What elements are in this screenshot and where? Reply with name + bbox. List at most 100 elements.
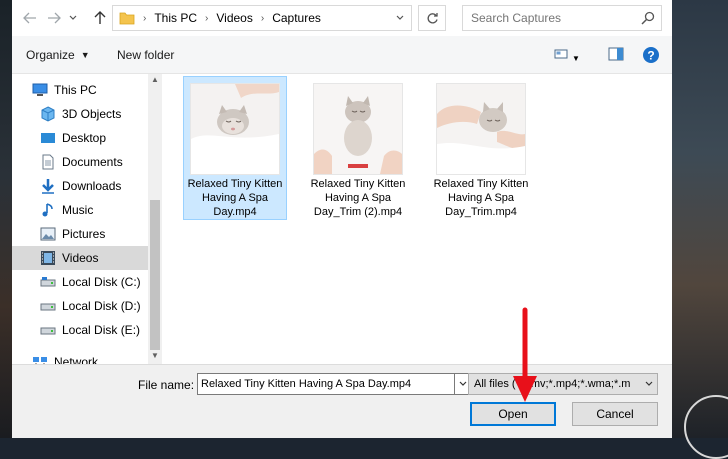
scroll-down-icon[interactable]: ▼ [148,350,162,362]
nav-label: Desktop [62,131,107,145]
nav-label: This PC [54,83,97,97]
command-toolbar: Organize ▼ New folder ▼ ? [12,36,672,74]
nav-item-local-disk-c[interactable]: Local Disk (C:) [12,270,162,294]
nav-label: Documents [62,155,123,169]
breadcrumb[interactable]: › This PC › Videos › Captures [112,5,412,31]
downloads-icon [40,178,56,194]
breadcrumb-separator-icon: › [205,12,209,24]
nav-scrollbar-thumb[interactable] [150,200,160,350]
nav-item-this-pc[interactable]: This PC [12,78,162,102]
breadcrumb-this-pc[interactable]: This PC [154,11,197,25]
view-icon [554,49,568,59]
search-input[interactable] [469,10,633,26]
file-item[interactable]: Relaxed Tiny Kitten Having A Spa Day.mp4 [183,76,287,220]
folder-icon [119,11,135,25]
file-name: Relaxed Tiny Kitten Having A Spa Day_Tri… [310,178,406,218]
documents-icon [40,154,56,170]
nav-item-videos[interactable]: Videos [12,246,162,270]
this-pc-icon [32,82,48,98]
arrow-up-icon [94,11,106,24]
nav-label: Music [62,203,94,217]
nav-item-documents[interactable]: Documents [12,150,162,174]
navigation-pane: This PC 3D Objects Desktop Documents Dow… [12,74,162,364]
chevron-down-icon [69,15,77,20]
breadcrumb-separator-icon: › [143,12,147,24]
videos-icon [40,250,56,266]
music-icon [40,202,56,218]
organize-button[interactable]: Organize ▼ [26,48,90,62]
dialog-footer: File name: All files (*.wmv;*.mp4;*.wma;… [12,364,672,438]
breadcrumb-captures[interactable]: Captures [272,11,321,25]
refresh-icon [427,12,438,23]
desktop-icon [40,130,56,146]
up-button[interactable] [90,8,110,28]
organize-label: Organize [26,48,75,62]
help-icon: ? [643,47,659,63]
chevron-down-icon [396,15,404,20]
nav-label: Pictures [62,227,106,241]
open-file-dialog: › This PC › Videos › Captures Organize ▼… [12,0,672,438]
nav-scrollbar[interactable]: ▲ ▼ [148,74,162,364]
nav-label: Downloads [62,179,122,193]
search-box[interactable] [462,5,662,31]
background-wallpaper-right [672,0,728,438]
file-list: Relaxed Tiny Kitten Having A Spa Day.mp4… [162,74,672,364]
nav-item-music[interactable]: Music [12,198,162,222]
pictures-icon [40,226,56,242]
new-folder-button[interactable]: New folder [117,48,174,62]
nav-label: Videos [62,251,99,265]
file-name-field[interactable] [197,373,455,395]
nav-item-local-disk-e[interactable]: Local Disk (E:) [12,318,162,342]
nav-label: Local Disk (D:) [62,299,141,313]
refresh-button[interactable] [418,5,446,31]
help-button[interactable]: ? [642,46,660,67]
arrow-right-icon [48,12,61,24]
drive-icon [40,298,56,314]
breadcrumb-separator-icon: › [260,12,265,24]
search-icon [641,11,655,25]
caret-down-icon: ▼ [572,54,580,63]
new-folder-label: New folder [117,48,175,62]
scroll-up-icon[interactable]: ▲ [148,74,162,86]
change-view-button[interactable] [554,47,568,64]
preview-pane-button[interactable] [608,47,624,64]
nav-item-downloads[interactable]: Downloads [12,174,162,198]
recent-locations-button[interactable] [66,8,80,28]
breadcrumb-videos[interactable]: Videos [216,11,252,25]
3d-objects-icon [40,106,56,122]
address-history-button[interactable] [389,6,411,30]
network-icon [32,354,48,364]
arrow-left-icon [23,12,36,24]
chevron-down-icon [645,381,653,386]
background-wallpaper-left [0,0,12,438]
drive-icon [40,274,56,290]
annotation-arrow-icon [513,307,537,402]
file-name-label: File name: [138,378,195,392]
file-type-value: All files (*.wmv;*.mp4;*.wma;*.m [474,378,631,390]
file-item[interactable]: Relaxed Tiny Kitten Having A Spa Day_Tri… [306,76,410,220]
nav-label: Network [54,355,99,364]
nav-item-pictures[interactable]: Pictures [12,222,162,246]
back-button[interactable] [20,8,40,28]
nav-label: 3D Objects [62,107,122,121]
drive-icon [40,322,56,338]
address-row: › This PC › Videos › Captures [12,0,672,36]
view-options-button[interactable]: ▼ [572,50,580,64]
nav-label: Local Disk (C:) [62,275,141,289]
file-name: Relaxed Tiny Kitten Having A Spa Day.mp4 [187,178,283,218]
file-item[interactable]: Relaxed Tiny Kitten Having A Spa Day_Tri… [429,76,533,220]
nav-item-local-disk-d[interactable]: Local Disk (D:) [12,294,162,318]
preview-pane-icon [608,47,624,61]
chevron-down-icon [459,381,466,386]
forward-button[interactable] [44,8,64,28]
nav-label: Local Disk (E:) [62,323,141,337]
caret-down-icon: ▼ [80,50,90,60]
nav-item-3d-objects[interactable]: 3D Objects [12,102,162,126]
nav-item-desktop[interactable]: Desktop [12,126,162,150]
cancel-button[interactable]: Cancel [572,402,658,426]
file-type-select[interactable]: All files (*.wmv;*.mp4;*.wma;*.m [468,373,658,395]
video-thumbnail [190,83,280,175]
svg-text:?: ? [647,49,654,63]
nav-item-network[interactable]: Network [12,350,162,364]
video-thumbnail [436,83,526,175]
